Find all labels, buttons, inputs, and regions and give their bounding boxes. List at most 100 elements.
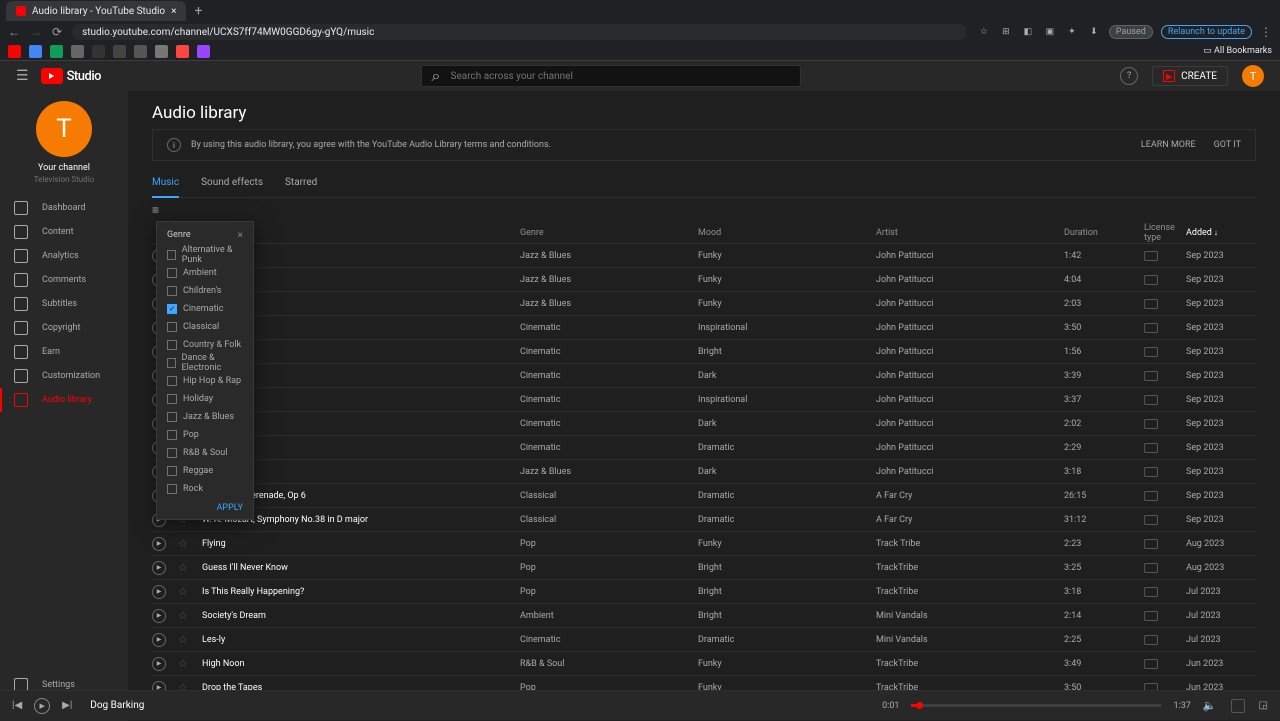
- youtube-studio-logo[interactable]: Studio: [41, 68, 101, 84]
- extension-icon[interactable]: ⊞: [999, 25, 1013, 39]
- checkbox-icon[interactable]: [167, 466, 177, 476]
- bookmark-item[interactable]: [134, 45, 147, 58]
- star-icon[interactable]: ☆: [178, 585, 188, 598]
- checkbox-icon[interactable]: [167, 430, 177, 440]
- play-icon[interactable]: ▶: [152, 633, 166, 647]
- bookmark-item[interactable]: [8, 45, 21, 58]
- play-icon[interactable]: ▶: [152, 585, 166, 599]
- license-icon[interactable]: [1144, 563, 1158, 573]
- bookmark-item[interactable]: [50, 45, 63, 58]
- genre-option[interactable]: Country & Folk: [167, 337, 243, 353]
- license-icon[interactable]: [1144, 419, 1158, 429]
- checkbox-icon[interactable]: [167, 376, 177, 386]
- next-icon[interactable]: ▶|: [62, 700, 72, 711]
- relaunch-button[interactable]: Relaunch to update: [1161, 25, 1252, 39]
- genre-option[interactable]: Classical: [167, 319, 243, 335]
- license-icon[interactable]: [1144, 467, 1158, 477]
- bookmark-item[interactable]: [113, 45, 126, 58]
- bookmark-item[interactable]: [92, 45, 105, 58]
- col-genre[interactable]: Genre: [520, 228, 698, 238]
- checkbox-icon[interactable]: [167, 286, 177, 296]
- license-icon[interactable]: [1144, 587, 1158, 597]
- sidebar-item-comments[interactable]: Comments: [0, 268, 128, 292]
- genre-option[interactable]: Alternative & Punk: [167, 247, 243, 263]
- genre-option[interactable]: ✓Cinematic: [167, 301, 243, 317]
- checkbox-icon[interactable]: [167, 250, 176, 260]
- genre-option[interactable]: Rock: [167, 481, 243, 497]
- sidebar-item-audio-library[interactable]: Audio library: [0, 388, 128, 412]
- license-icon[interactable]: [1144, 395, 1158, 405]
- checkbox-icon[interactable]: [167, 484, 177, 494]
- star-icon[interactable]: ☆: [178, 561, 188, 574]
- bookmark-item[interactable]: [197, 45, 210, 58]
- help-icon[interactable]: ?: [1120, 67, 1138, 85]
- license-icon[interactable]: [1144, 515, 1158, 525]
- sidebar-item-earn[interactable]: Earn: [0, 340, 128, 364]
- genre-option[interactable]: R&B & Soul: [167, 445, 243, 461]
- play-icon[interactable]: ▶: [152, 657, 166, 671]
- star-icon[interactable]: ☆: [178, 633, 188, 646]
- sidebar-item-analytics[interactable]: Analytics: [0, 244, 128, 268]
- play-button[interactable]: ▶: [34, 698, 50, 714]
- got-it-button[interactable]: GOT IT: [1214, 140, 1241, 150]
- genre-option[interactable]: Hip Hop & Rap: [167, 373, 243, 389]
- bookmark-item[interactable]: [29, 45, 42, 58]
- miniplayer-icon[interactable]: ◲: [1259, 700, 1268, 711]
- reload-icon[interactable]: ⟳: [52, 25, 62, 39]
- license-icon[interactable]: [1144, 299, 1158, 309]
- genre-option[interactable]: Dance & Electronic: [167, 355, 243, 371]
- volume-icon[interactable]: 🔈: [1203, 699, 1217, 712]
- checkbox-icon[interactable]: [167, 322, 177, 332]
- star-icon[interactable]: ☆: [178, 609, 188, 622]
- license-icon[interactable]: [1144, 275, 1158, 285]
- license-icon[interactable]: [1231, 699, 1245, 713]
- search-field[interactable]: [451, 71, 790, 82]
- hamburger-icon[interactable]: ☰: [16, 68, 29, 84]
- license-icon[interactable]: [1144, 659, 1158, 669]
- extension-icon[interactable]: ◧: [1021, 25, 1035, 39]
- checkbox-icon[interactable]: [167, 448, 177, 458]
- tab-sound-effects[interactable]: Sound effects: [201, 169, 263, 197]
- new-tab-button[interactable]: +: [194, 3, 202, 19]
- puzzle-icon[interactable]: ✦: [1065, 25, 1079, 39]
- checkbox-icon[interactable]: [167, 340, 177, 350]
- col-license[interactable]: License type: [1144, 223, 1186, 243]
- sidebar-item-subtitles[interactable]: Subtitles: [0, 292, 128, 316]
- download-icon[interactable]: ⬇: [1087, 25, 1101, 39]
- profile-paused[interactable]: Paused: [1109, 25, 1153, 39]
- star-icon[interactable]: ☆: [178, 657, 188, 670]
- genre-option[interactable]: Ambient: [167, 265, 243, 281]
- search-input[interactable]: ⌕: [421, 65, 801, 87]
- license-icon[interactable]: [1144, 347, 1158, 357]
- browser-tab[interactable]: Audio library - YouTube Studio ×: [6, 1, 186, 21]
- genre-option[interactable]: Pop: [167, 427, 243, 443]
- menu-icon[interactable]: ⋮: [1260, 25, 1272, 39]
- sidebar-item-dashboard[interactable]: Dashboard: [0, 196, 128, 220]
- sidebar-item-copyright[interactable]: Copyright: [0, 316, 128, 340]
- col-added[interactable]: Added↓: [1186, 228, 1256, 238]
- tab-music[interactable]: Music: [152, 169, 179, 198]
- close-tab-icon[interactable]: ×: [171, 6, 176, 17]
- genre-option[interactable]: Children's: [167, 283, 243, 299]
- avatar[interactable]: T: [1242, 65, 1264, 87]
- learn-more-button[interactable]: LEARN MORE: [1141, 140, 1196, 150]
- checkbox-checked-icon[interactable]: ✓: [167, 304, 177, 314]
- all-bookmarks[interactable]: ▭ All Bookmarks: [1203, 46, 1272, 56]
- genre-option[interactable]: Jazz & Blues: [167, 409, 243, 425]
- genre-option[interactable]: Reggae: [167, 463, 243, 479]
- bookmark-item[interactable]: [71, 45, 84, 58]
- tab-starred[interactable]: Starred: [285, 169, 317, 197]
- license-icon[interactable]: [1144, 251, 1158, 261]
- sidebar-item-customization[interactable]: Customization: [0, 364, 128, 388]
- channel-avatar[interactable]: T: [36, 101, 92, 157]
- checkbox-icon[interactable]: [167, 394, 177, 404]
- sidebar-item-content[interactable]: Content: [0, 220, 128, 244]
- license-icon[interactable]: [1144, 443, 1158, 453]
- star-icon[interactable]: ☆: [977, 25, 991, 39]
- apply-button[interactable]: APPLY: [167, 503, 243, 513]
- col-duration[interactable]: Duration: [1064, 228, 1144, 238]
- extension-icon[interactable]: ▣: [1043, 25, 1057, 39]
- license-icon[interactable]: [1144, 371, 1158, 381]
- bookmark-item[interactable]: [176, 45, 189, 58]
- url-bar[interactable]: studio.youtube.com/channel/UCXS7ff74MW0G…: [72, 24, 967, 40]
